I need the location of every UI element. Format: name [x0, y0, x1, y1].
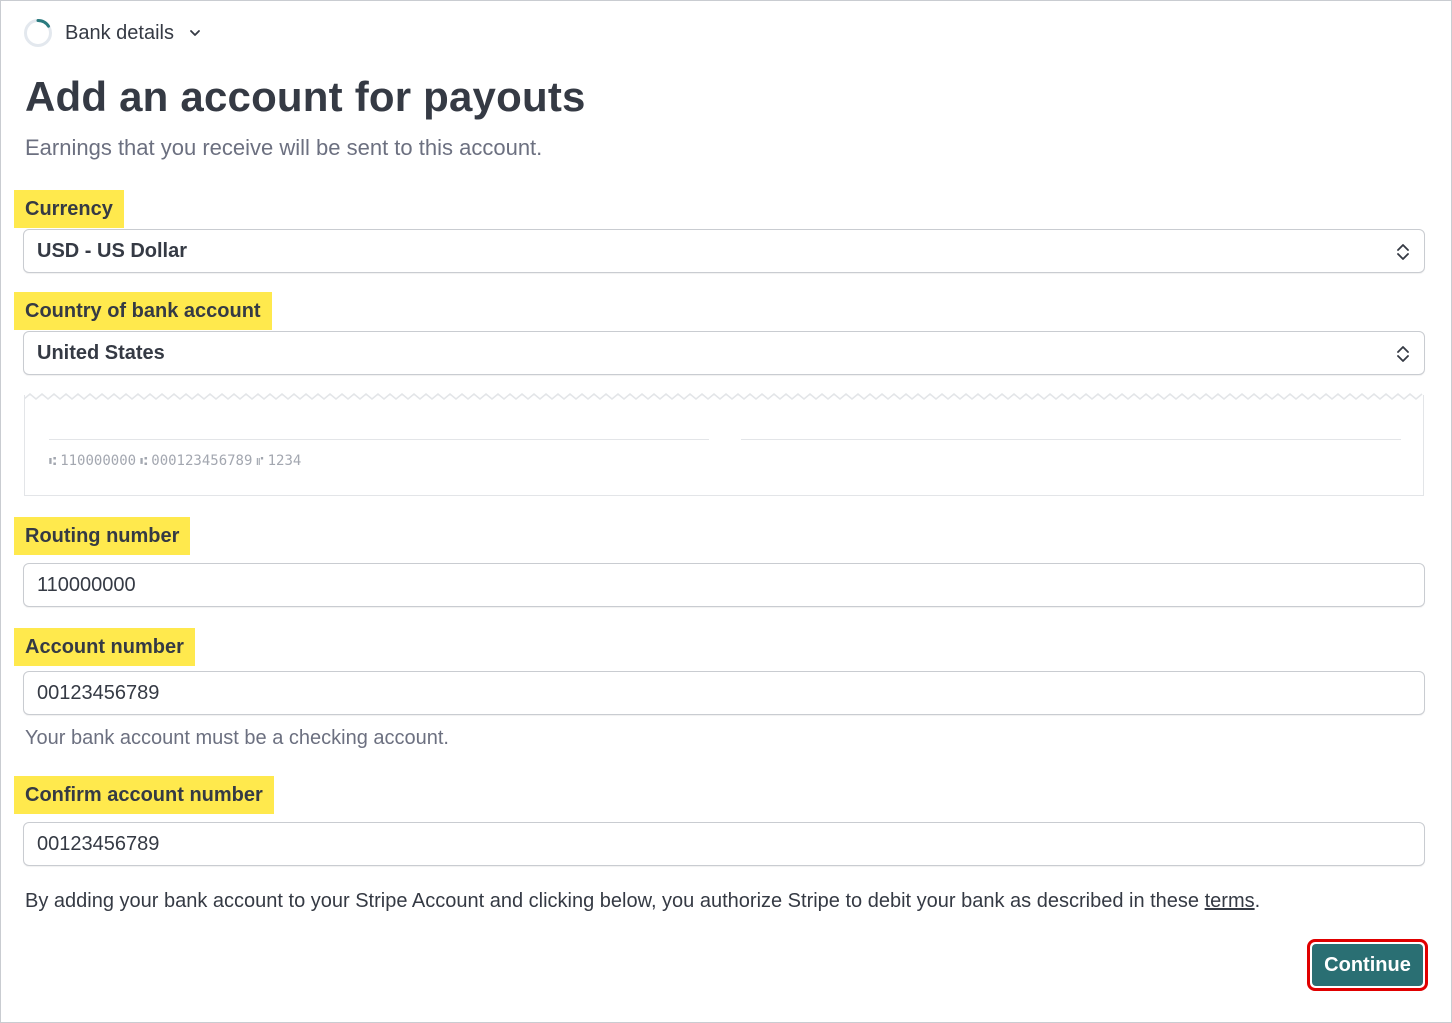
- account-value: 00123456789: [37, 681, 160, 704]
- account-helper-text: Your bank account must be a checking acc…: [25, 727, 449, 749]
- currency-select[interactable]: USD - US Dollar: [23, 229, 1425, 273]
- micr-account: 000123456789: [151, 453, 253, 469]
- legal-body: By adding your bank account to your Stri…: [25, 890, 1205, 912]
- continue-button[interactable]: Continue: [1312, 944, 1423, 986]
- micr-transit-icon: ⑆: [140, 454, 148, 468]
- country-value: United States: [37, 341, 165, 364]
- step-label: Bank details: [65, 21, 174, 44]
- legal-end: .: [1254, 890, 1261, 912]
- confirm-value: 00123456789: [37, 832, 160, 855]
- currency-value: USD - US Dollar: [37, 239, 188, 262]
- chevron-up-down-icon: [1397, 346, 1409, 362]
- continue-highlight: Continue: [1307, 939, 1428, 991]
- torn-edge: [24, 393, 1423, 400]
- micr-routing: 110000000: [60, 453, 137, 469]
- legal-text: By adding your bank account to your Stri…: [25, 890, 1260, 913]
- page-subtitle: Earnings that you receive will be sent t…: [25, 135, 543, 160]
- check-illustration: ⑆ 110000000 ⑆ 000123456789 ⑈ 1234: [24, 393, 1424, 496]
- check-line: [741, 439, 1401, 440]
- micr-check-number: 1234: [267, 453, 302, 469]
- terms-link[interactable]: terms: [1205, 890, 1255, 912]
- confirm-account-label: Confirm account number: [14, 776, 274, 814]
- confirm-account-input[interactable]: 00123456789: [23, 822, 1425, 866]
- routing-value: 110000000: [37, 573, 136, 596]
- account-label: Account number: [14, 628, 195, 666]
- chevron-up-down-icon: [1397, 244, 1409, 260]
- currency-label: Currency: [14, 190, 124, 228]
- micr-transit-icon: ⑆: [49, 454, 57, 468]
- account-number-input[interactable]: 00123456789: [23, 671, 1425, 715]
- routing-number-input[interactable]: 110000000: [23, 563, 1425, 607]
- routing-label: Routing number: [14, 517, 191, 555]
- progress-ring-icon: [24, 18, 52, 47]
- chevron-down-icon: [190, 30, 200, 36]
- micr-onus-icon: ⑈: [256, 454, 264, 468]
- country-select[interactable]: United States: [23, 331, 1425, 375]
- check-line: [49, 439, 709, 440]
- page-title: Add an account for payouts: [25, 73, 586, 120]
- step-header[interactable]: Bank details: [23, 17, 202, 49]
- page-frame: Bank details Add an account for payouts …: [0, 0, 1452, 1023]
- micr-line: ⑆ 110000000 ⑆ 000123456789 ⑈ 1234: [49, 453, 301, 469]
- country-label: Country of bank account: [14, 292, 272, 330]
